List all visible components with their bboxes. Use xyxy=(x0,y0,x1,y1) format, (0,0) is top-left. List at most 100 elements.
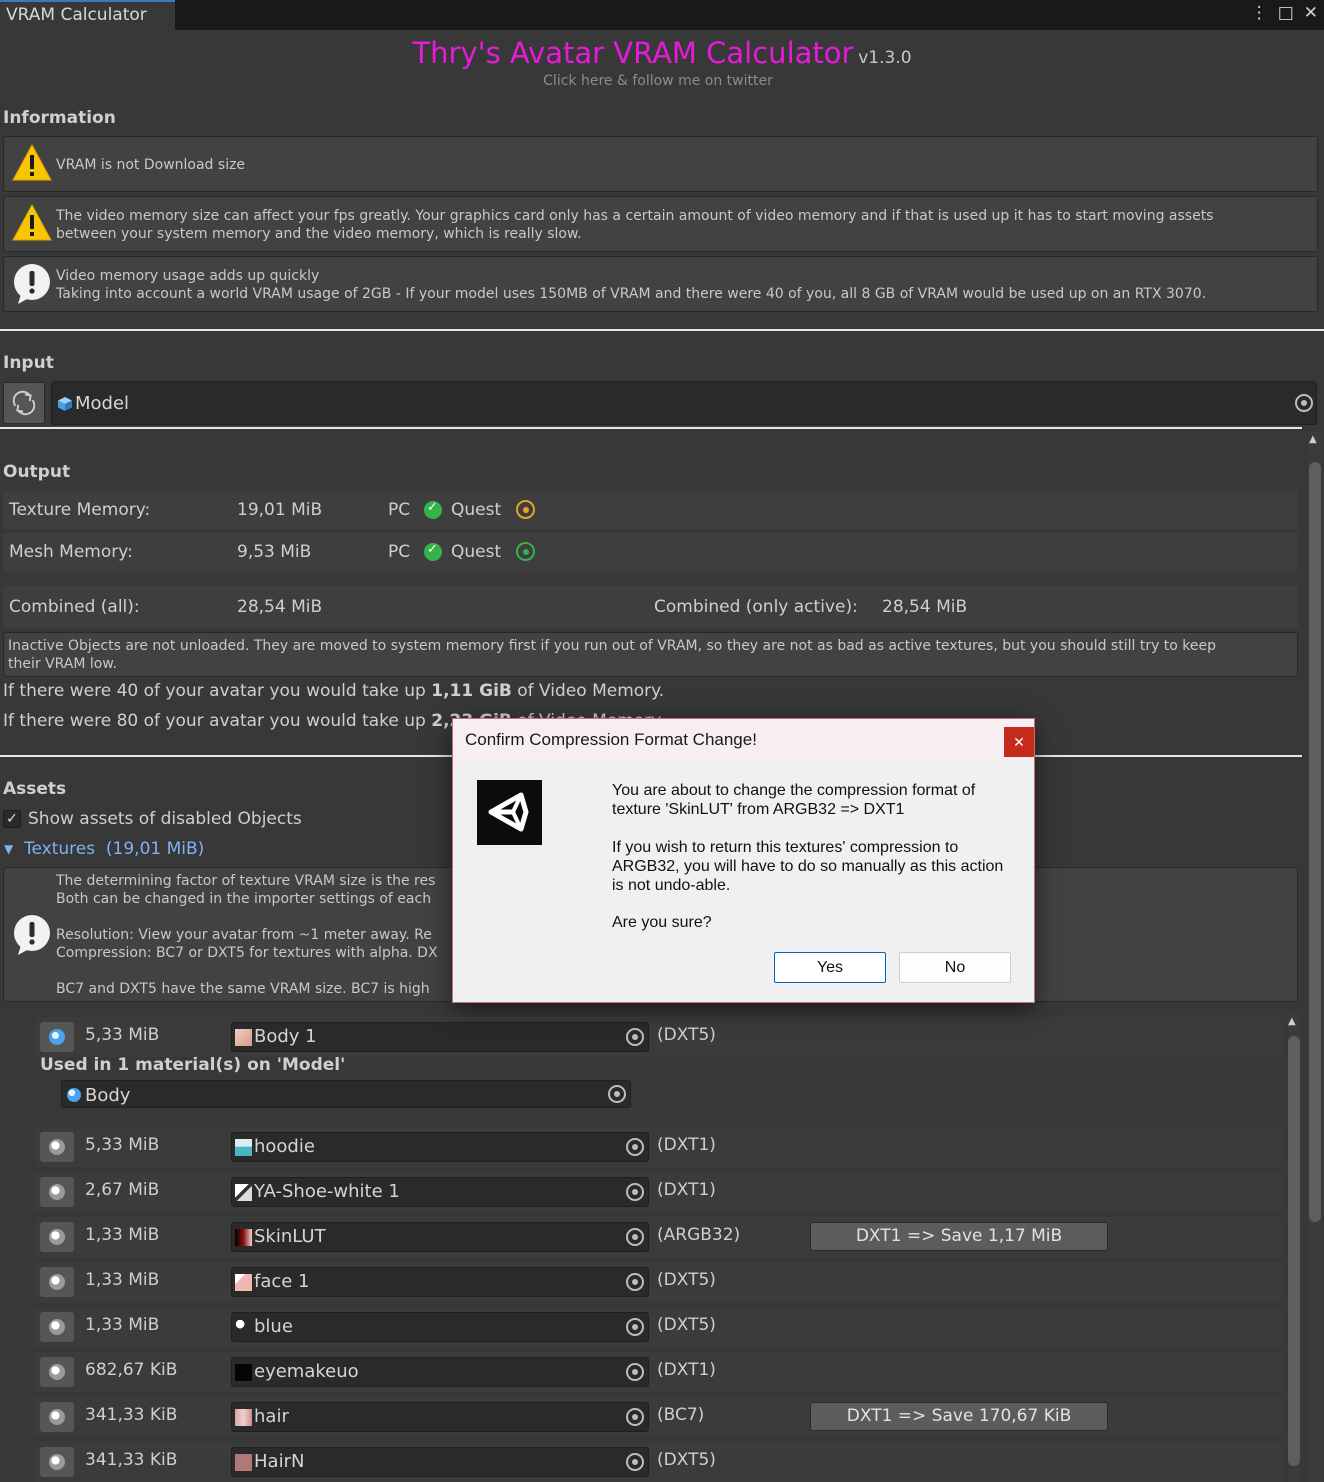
combined-all-label: Combined (all): xyxy=(9,597,140,617)
object-picker-icon[interactable] xyxy=(626,1408,644,1426)
textures-foldout[interactable]: Textures (19,01 MiB) xyxy=(24,839,204,859)
assets-heading: Assets xyxy=(3,779,67,799)
mesh-memory-label: Mesh Memory: xyxy=(9,542,133,562)
texture-list-scrollbar-thumb[interactable] xyxy=(1288,1036,1300,1466)
pc-label: PC xyxy=(388,542,411,562)
no-button[interactable]: No xyxy=(899,952,1011,983)
texture-thumbnail xyxy=(235,1409,252,1426)
twitter-link[interactable]: Click here & follow me on twitter xyxy=(0,73,1316,89)
yes-button[interactable]: Yes xyxy=(774,952,886,983)
main-scrollbar-thumb[interactable] xyxy=(1309,462,1321,1222)
object-picker-icon[interactable] xyxy=(626,1453,644,1471)
texture-row: 5,33 MiB Body 1 (DXT5) xyxy=(34,1017,1284,1057)
texture-name: face 1 xyxy=(254,1271,310,1292)
divider xyxy=(0,427,1302,429)
texture-object-field[interactable]: hoodie xyxy=(231,1132,649,1162)
textures-total: (19,01 MiB) xyxy=(105,839,205,859)
object-picker-icon[interactable] xyxy=(626,1183,644,1201)
model-object-field[interactable]: Model xyxy=(51,381,1317,425)
helpbox-fps-warning: The video memory size can affect your fp… xyxy=(3,196,1318,252)
object-picker-icon[interactable] xyxy=(626,1138,644,1156)
select-texture-button[interactable] xyxy=(40,1132,74,1162)
dialog-titlebar: Confirm Compression Format Change! xyxy=(453,719,1034,761)
maximize-icon[interactable]: □ xyxy=(1278,3,1294,23)
texture-object-field[interactable]: YA-Shoe-white 1 xyxy=(231,1177,649,1207)
quest-label: Quest xyxy=(451,500,502,520)
helpbox-text-line1: The video memory size can affect your fp… xyxy=(56,208,1214,224)
dialog-close-button[interactable]: ✕ xyxy=(1004,727,1034,757)
dialog-message-2: If you wish to return this textures' com… xyxy=(612,838,1003,895)
convert-dxt1-button[interactable]: DXT1 => Save 170,67 KiB xyxy=(810,1402,1108,1431)
show-disabled-checkbox[interactable]: ✓ xyxy=(3,810,21,828)
select-texture-button[interactable] xyxy=(40,1222,74,1252)
texture-object-field[interactable]: blue xyxy=(231,1312,649,1342)
combined-active-value: 28,54 MiB xyxy=(882,597,968,617)
tab-vram-calculator[interactable]: VRAM Calculator xyxy=(0,0,175,30)
close-window-icon[interactable]: ✕ xyxy=(1304,3,1318,23)
texture-name: eyemakeuo xyxy=(254,1361,359,1382)
note-line2: their VRAM low. xyxy=(8,656,117,672)
select-texture-button[interactable] xyxy=(40,1177,74,1207)
help-line3: Resolution: View your avatar from ~1 met… xyxy=(56,927,432,943)
select-texture-button[interactable] xyxy=(40,1267,74,1297)
object-picker-icon[interactable] xyxy=(608,1085,626,1103)
texture-size: 341,33 KiB xyxy=(85,1405,178,1425)
note-line1: Inactive Objects are not unloaded. They … xyxy=(8,638,1217,654)
app-title: Thry's Avatar VRAM Calculator xyxy=(412,36,854,70)
object-picker-icon[interactable] xyxy=(626,1228,644,1246)
material-object-field[interactable]: Body xyxy=(61,1080,631,1108)
show-disabled-label: Show assets of disabled Objects xyxy=(28,809,302,829)
main-scrollbar[interactable]: ▲ xyxy=(1308,432,1322,1482)
scroll-up-icon[interactable]: ▲ xyxy=(1309,434,1317,445)
texture-toggle-icon xyxy=(49,1454,65,1470)
texture-object-field[interactable]: hair xyxy=(231,1402,649,1432)
dialog-line: is not undo-able. xyxy=(612,877,731,894)
texture-name: hoodie xyxy=(254,1136,315,1157)
refresh-button[interactable] xyxy=(3,382,45,424)
object-picker-icon[interactable] xyxy=(626,1028,644,1046)
convert-dxt1-button[interactable]: DXT1 => Save 1,17 MiB xyxy=(810,1222,1108,1251)
texture-object-field[interactable]: face 1 xyxy=(231,1267,649,1297)
help-line1: The determining factor of texture VRAM s… xyxy=(56,873,436,889)
texture-toggle-icon xyxy=(49,1184,65,1200)
texture-thumbnail xyxy=(235,1029,252,1046)
confirm-dialog: Confirm Compression Format Change! ✕ You… xyxy=(452,718,1035,1003)
line40-prefix: If there were 40 of your avatar you woul… xyxy=(3,681,432,701)
texture-object-field[interactable]: Body 1 xyxy=(231,1022,649,1052)
texture-name: SkinLUT xyxy=(254,1226,326,1247)
texture-row: 341,33 KiB HairN (DXT5) xyxy=(34,1442,1284,1482)
texture-memory-row xyxy=(3,491,1298,529)
object-picker-icon[interactable] xyxy=(626,1273,644,1291)
dialog-line: texture 'SkinLUT' from ARGB32 => DXT1 xyxy=(612,801,905,818)
texture-memory-value: 19,01 MiB xyxy=(237,500,323,520)
texture-name: blue xyxy=(254,1316,293,1337)
texture-object-field[interactable]: SkinLUT xyxy=(231,1222,649,1252)
more-options-icon[interactable]: ⋮ xyxy=(1251,3,1268,23)
object-picker-icon[interactable] xyxy=(626,1363,644,1381)
texture-row: 1,33 MiB face 1 (DXT5) xyxy=(34,1262,1284,1302)
select-texture-button[interactable] xyxy=(40,1022,74,1052)
texture-row: 1,33 MiB blue (DXT5) xyxy=(34,1307,1284,1347)
texture-toggle-icon xyxy=(49,1029,65,1045)
select-texture-button[interactable] xyxy=(40,1402,74,1432)
select-texture-button[interactable] xyxy=(40,1357,74,1387)
texture-list-scrollbar[interactable]: ▲ xyxy=(1287,1014,1301,1482)
info-icon xyxy=(14,915,50,955)
help-line4: Compression: BC7 or DXT5 for textures wi… xyxy=(56,945,438,961)
texture-size: 2,67 MiB xyxy=(85,1180,160,1200)
window-controls: ⋮ □ ✕ xyxy=(1251,3,1318,23)
texture-object-field[interactable]: eyemakeuo xyxy=(231,1357,649,1387)
texture-name: hair xyxy=(254,1406,289,1427)
object-picker-icon[interactable] xyxy=(1295,394,1313,412)
helpbox-text-line2: between your system memory and the video… xyxy=(56,226,582,242)
texture-toggle-icon xyxy=(49,1229,65,1245)
object-picker-icon[interactable] xyxy=(626,1318,644,1336)
model-field-value: Model xyxy=(75,393,130,414)
select-texture-button[interactable] xyxy=(40,1312,74,1342)
texture-toggle-icon xyxy=(49,1139,65,1155)
foldout-arrow-icon[interactable]: ▼ xyxy=(4,842,13,856)
select-texture-button[interactable] xyxy=(40,1447,74,1477)
texture-toggle-icon xyxy=(49,1364,65,1380)
scroll-up-icon[interactable]: ▲ xyxy=(1288,1016,1296,1027)
texture-object-field[interactable]: HairN xyxy=(231,1447,649,1477)
